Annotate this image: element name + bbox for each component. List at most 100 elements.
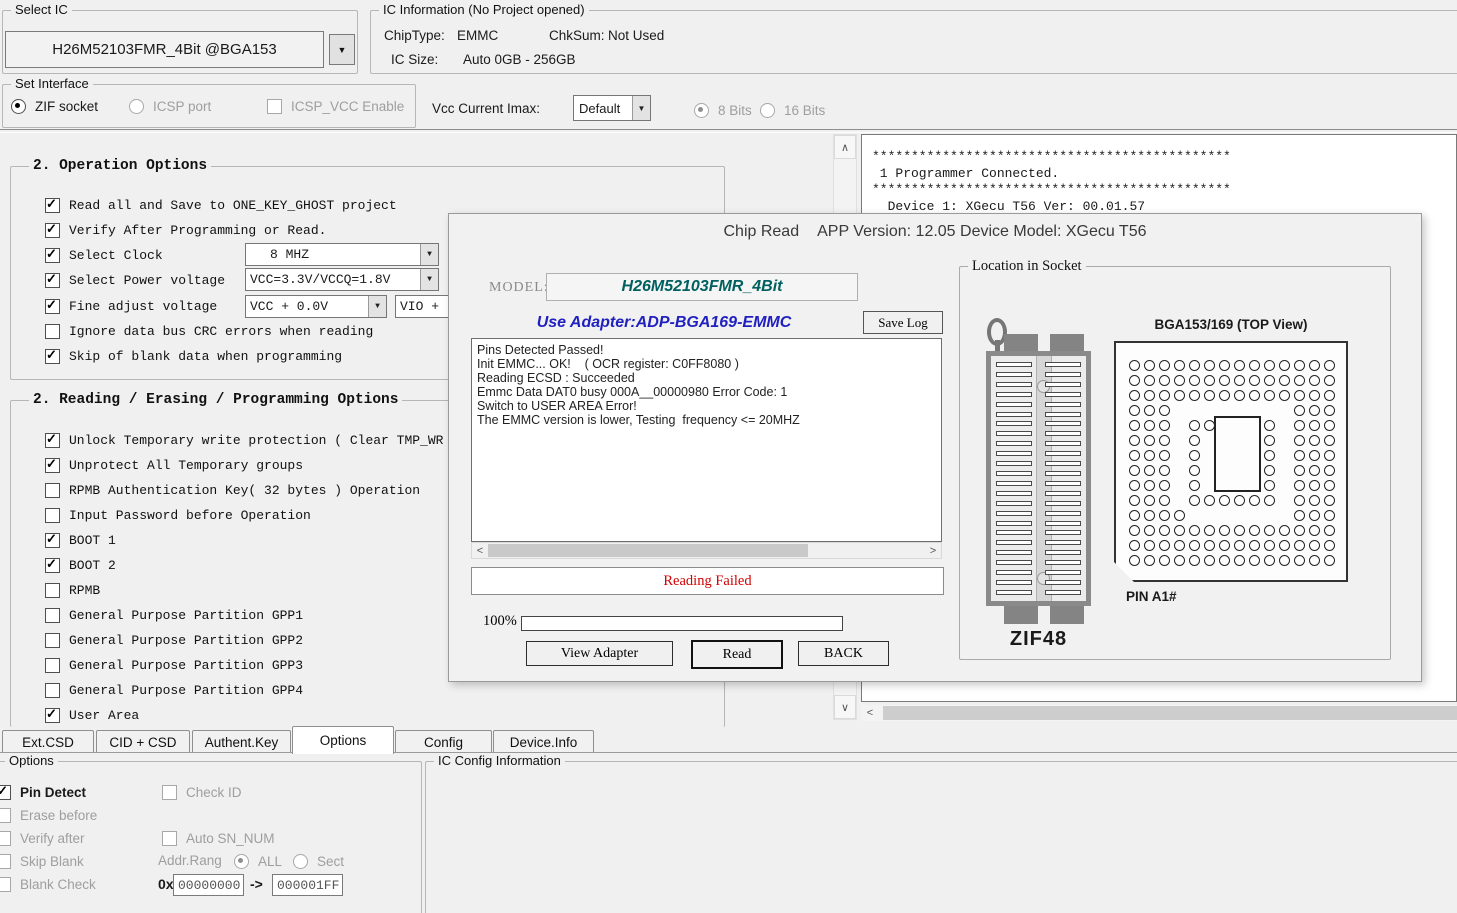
- scroll-left-button[interactable]: <: [474, 543, 486, 558]
- chevron-down-icon: ▼: [632, 96, 650, 120]
- dialog-log-line: Reading ECSD : Succeeded: [477, 371, 936, 385]
- checkbox[interactable]: [45, 683, 60, 698]
- checkbox[interactable]: [45, 533, 60, 548]
- clock-combobox[interactable]: 8 MHZ ▼: [245, 243, 439, 266]
- option-label: General Purpose Partition GPP1: [69, 608, 303, 623]
- zif-socket-radio[interactable]: [11, 99, 26, 114]
- option-label: General Purpose Partition GPP2: [69, 633, 303, 648]
- back-button[interactable]: BACK: [798, 641, 889, 666]
- addr-all-label: ALL: [258, 854, 282, 869]
- checkbox[interactable]: [45, 198, 60, 213]
- check-id-checkbox[interactable]: [162, 785, 177, 800]
- hex-prefix-label: 0x: [158, 876, 174, 892]
- scroll-left-button[interactable]: <: [861, 705, 879, 721]
- tab-device-info[interactable]: Device.Info: [493, 730, 594, 753]
- auto-sn-checkbox[interactable]: [162, 831, 177, 846]
- chksum-label: ChkSum:: [549, 28, 605, 43]
- dialog-log-hscrollbar[interactable]: < >: [471, 542, 942, 559]
- chevron-down-icon: ▼: [420, 269, 438, 290]
- save-log-button[interactable]: Save Log: [863, 311, 943, 334]
- checkbox[interactable]: [45, 458, 60, 473]
- pin-detect-label: Pin Detect: [20, 785, 86, 800]
- dialog-title-version: APP Version: 12.05 Device Model: XGecu T…: [817, 223, 1146, 241]
- checkbox[interactable]: [45, 633, 60, 648]
- dialog-log[interactable]: Pins Detected Passed! Init EMMC... OK! (…: [471, 338, 942, 542]
- icsp-vcc-label: ICSP_VCC Enable: [291, 99, 404, 114]
- verify-after-label: Verify after: [20, 831, 85, 846]
- bits16-radio[interactable]: [760, 103, 775, 118]
- read-button[interactable]: Read: [691, 640, 783, 669]
- vcc-imax-combobox[interactable]: Default ▼: [573, 95, 651, 121]
- tab-cid-csd[interactable]: CID + CSD: [96, 730, 190, 753]
- addr-from-value: 00000000: [174, 878, 240, 893]
- checkbox[interactable]: [45, 658, 60, 673]
- erase-before-checkbox[interactable]: [0, 808, 11, 823]
- location-in-socket-label: Location in Socket: [968, 258, 1086, 275]
- log-line: ****************************************…: [872, 182, 1456, 199]
- scrollbar-thumb[interactable]: [488, 544, 808, 557]
- addr-to-field[interactable]: 000001FF: [272, 874, 343, 896]
- pin-detect-checkbox[interactable]: [0, 785, 11, 800]
- chiptype-label: ChipType:: [384, 28, 445, 43]
- vcc-adjust-value: VCC + 0.0V: [246, 299, 368, 314]
- checkbox[interactable]: [45, 583, 60, 598]
- checkbox[interactable]: [45, 483, 60, 498]
- zif-bottom-tab: [1004, 606, 1038, 624]
- skip-blank-checkbox[interactable]: [0, 854, 11, 869]
- tab-authent-key[interactable]: Authent.Key: [192, 730, 291, 753]
- checkbox[interactable]: [45, 324, 60, 339]
- scroll-right-button[interactable]: >: [927, 543, 939, 558]
- checkbox[interactable]: [45, 223, 60, 238]
- addr-rang-label: Addr.Rang: [158, 853, 222, 868]
- zif-bottom-tab: [1050, 606, 1084, 624]
- log-line: 1 Programmer Connected.: [872, 166, 1456, 183]
- power-voltage-combobox[interactable]: VCC=3.3V/VCCQ=1.8V ▼: [245, 268, 439, 291]
- tab-config[interactable]: Config: [395, 730, 492, 753]
- tabs-baseline: [0, 752, 1457, 753]
- clock-value: 8 MHZ: [246, 247, 420, 262]
- dialog-log-line: The EMMC version is lower, Testing frequ…: [477, 413, 936, 427]
- bits8-radio[interactable]: [694, 103, 709, 118]
- vcc-adjust-combobox[interactable]: VCC + 0.0V ▼: [245, 295, 387, 318]
- dialog-log-line: Emmc Data DAT0 busy 000A__00000980 Error…: [477, 385, 936, 399]
- ic-select-combobox[interactable]: H26M52103FMR_4Bit @BGA153: [5, 31, 324, 68]
- blank-check-checkbox[interactable]: [0, 877, 11, 892]
- scrollbar-thumb[interactable]: [883, 706, 1457, 720]
- checkbox[interactable]: [45, 273, 60, 288]
- tab-options[interactable]: Options: [292, 726, 394, 754]
- checkbox[interactable]: [45, 433, 60, 448]
- ic-select-dropdown-button[interactable]: ▼: [329, 34, 355, 65]
- log-horizontal-scrollbar[interactable]: <: [861, 705, 1457, 721]
- verify-after-checkbox[interactable]: [0, 831, 11, 846]
- dialog-log-line: Init EMMC... OK! ( OCR register: C0FF808…: [477, 357, 936, 371]
- option-label: RPMB Authentication Key( 32 bytes ) Oper…: [69, 483, 420, 498]
- icsp-vcc-checkbox[interactable]: [267, 99, 282, 114]
- zif-label: ZIF48: [986, 628, 1091, 651]
- icsp-port-radio[interactable]: [129, 99, 144, 114]
- checkbox[interactable]: [45, 708, 60, 723]
- addr-sect-radio[interactable]: [293, 854, 308, 869]
- ic-select-value: H26M52103FMR_4Bit @BGA153: [52, 41, 277, 58]
- option-label: Input Password before Operation: [69, 508, 311, 523]
- checkbox[interactable]: [45, 299, 60, 314]
- tab-ext-csd[interactable]: Ext.CSD: [2, 730, 94, 753]
- view-adapter-button[interactable]: View Adapter: [526, 641, 673, 666]
- checkbox[interactable]: [45, 248, 60, 263]
- ic-config-group: IC Config Information: [425, 761, 1457, 913]
- scroll-down-button[interactable]: ∨: [834, 695, 856, 719]
- set-interface-label: Set Interface: [11, 76, 93, 91]
- option-label: Select Power voltage: [69, 273, 225, 288]
- checkbox[interactable]: [45, 558, 60, 573]
- checkbox[interactable]: [45, 349, 60, 364]
- scroll-up-button[interactable]: ∧: [834, 135, 856, 159]
- app-window: Select IC H26M52103FMR_4Bit @BGA153 ▼ IC…: [0, 0, 1457, 913]
- option-label: Unlock Temporary write protection ( Clea…: [69, 433, 443, 448]
- power-voltage-value: VCC=3.3V/VCCQ=1.8V: [246, 272, 420, 287]
- chksum-value: Not Used: [608, 28, 664, 43]
- addr-all-radio[interactable]: [234, 854, 249, 869]
- bits8-label: 8 Bits: [718, 103, 752, 118]
- addr-from-field[interactable]: 00000000: [173, 874, 244, 896]
- rw-options-title: 2. Reading / Erasing / Programming Optio…: [29, 392, 402, 408]
- checkbox[interactable]: [45, 608, 60, 623]
- checkbox[interactable]: [45, 508, 60, 523]
